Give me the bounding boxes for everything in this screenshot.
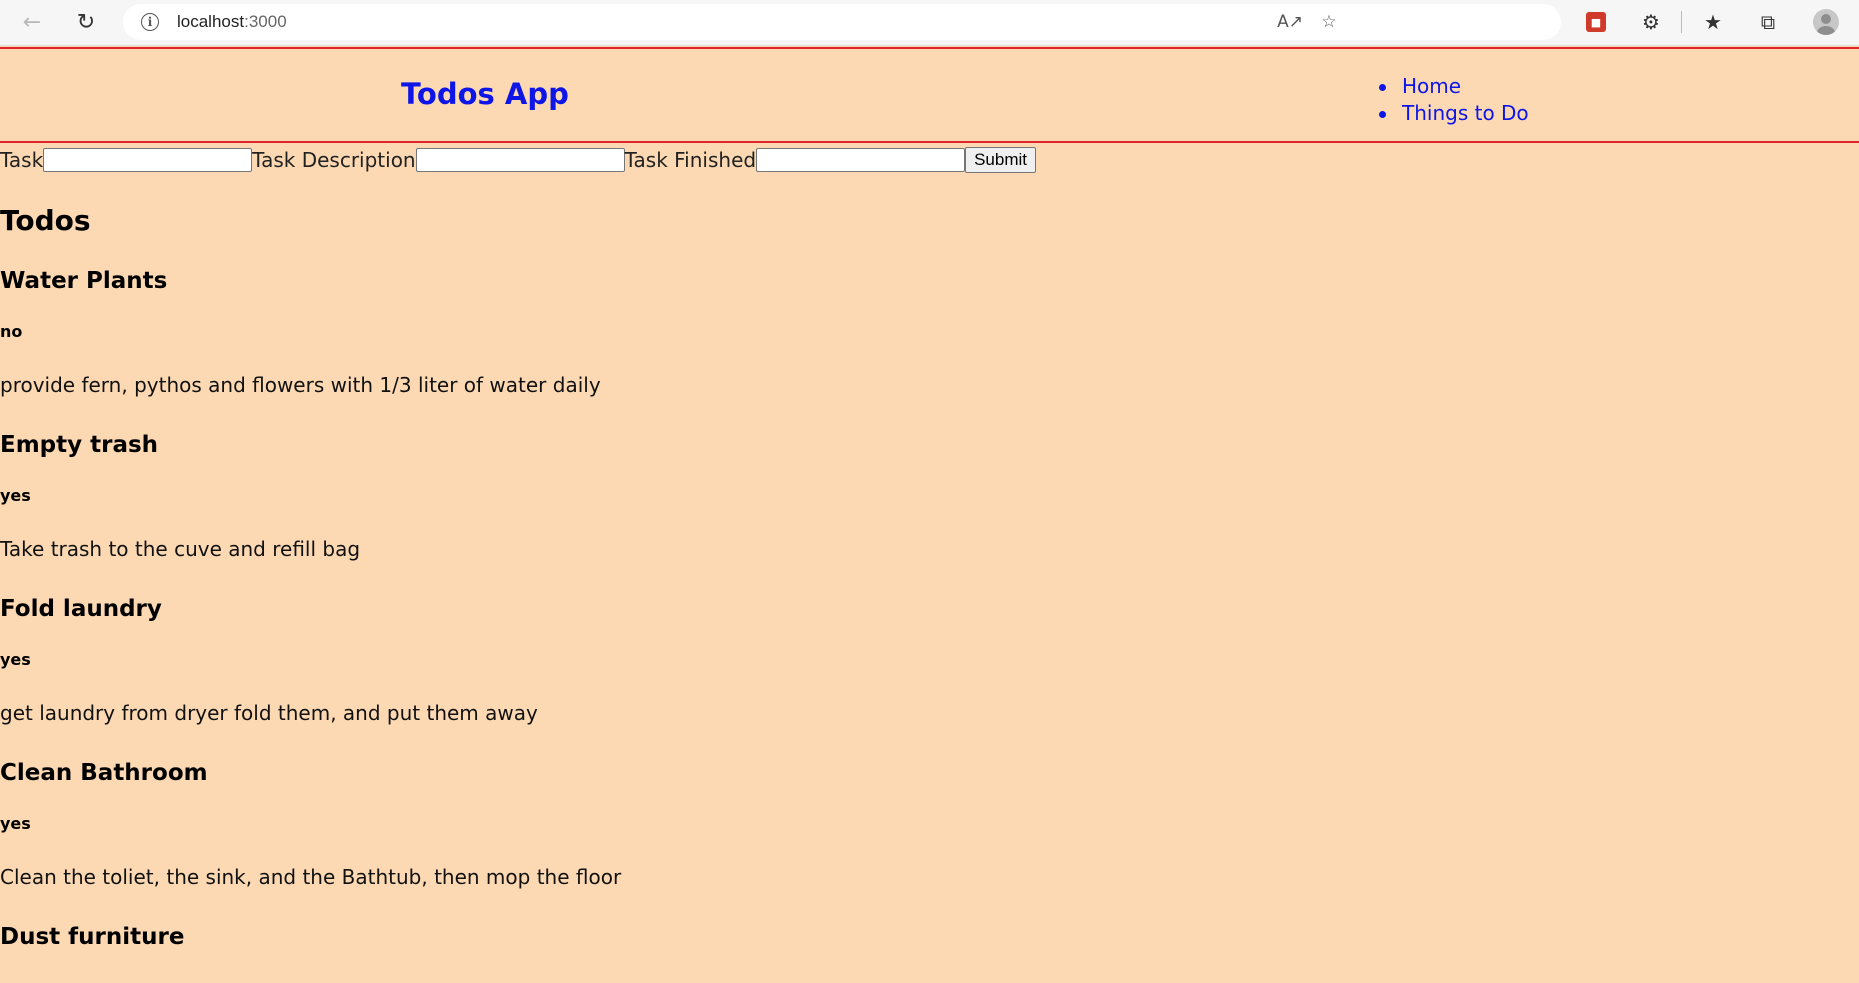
- nav-link-home[interactable]: Home: [1374, 73, 1529, 100]
- task-finished-label: Task Finished: [624, 148, 757, 172]
- nav-link-things-to-do[interactable]: Things to Do: [1374, 100, 1529, 127]
- app-title: Todos App: [401, 77, 569, 111]
- todo-description: Clean the toliet, the sink, and the Bath…: [0, 865, 622, 889]
- todo-finished-status: yes: [0, 486, 31, 505]
- reload-icon[interactable]: ↻: [68, 5, 104, 41]
- todo-title: Clean Bathroom: [0, 760, 208, 786]
- todo-description: get laundry from dryer fold them, and pu…: [0, 701, 538, 725]
- favorites-icon[interactable]: ★: [1697, 6, 1729, 38]
- app-nav: Home Things to Do: [1374, 73, 1529, 127]
- task-description-label: Task Description: [252, 148, 416, 172]
- page-content: Todos App Home Things to Do Task Task De…: [0, 46, 1859, 983]
- task-input[interactable]: [43, 148, 253, 172]
- todos-heading: Todos: [0, 204, 91, 237]
- todo-form: Task Task Description Task Finished Subm…: [0, 146, 1036, 174]
- star-add-icon[interactable]: ☆: [1318, 12, 1340, 32]
- app-header: Todos App Home Things to Do: [0, 47, 1859, 143]
- url-host: localhost: [177, 12, 245, 31]
- todo-title: Fold laundry: [0, 596, 162, 622]
- todo-description: Take trash to the cuve and refill bag: [0, 537, 361, 561]
- info-icon[interactable]: i: [141, 13, 159, 31]
- collections-icon[interactable]: ⧉: [1752, 6, 1784, 38]
- task-description-input[interactable]: [415, 148, 625, 172]
- task-label: Task: [0, 148, 44, 172]
- url-port: :3000: [244, 12, 287, 31]
- toolbar-divider: [1681, 11, 1682, 33]
- puzzle-icon[interactable]: ⚙: [1635, 6, 1667, 38]
- todo-finished-status: yes: [0, 814, 31, 833]
- extension-icon[interactable]: ■: [1580, 6, 1612, 38]
- submit-button[interactable]: Submit: [965, 147, 1036, 173]
- browser-toolbar: ← ↻ i localhost:3000 A↗ ☆ ■ ⚙ ★ ⧉: [0, 0, 1859, 46]
- todo-title: Dust furniture: [0, 924, 185, 950]
- todo-title: Empty trash: [0, 432, 159, 458]
- address-bar[interactable]: i localhost:3000 A↗ ☆: [123, 4, 1561, 40]
- task-finished-input[interactable]: [756, 148, 966, 172]
- todo-description: provide fern, pythos and flowers with 1/…: [0, 373, 601, 397]
- arrow-left-icon[interactable]: ←: [14, 5, 50, 41]
- todo-finished-status: no: [0, 322, 23, 341]
- todo-title: Water Plants: [0, 268, 168, 294]
- read-aloud-icon[interactable]: A↗: [1277, 12, 1303, 32]
- url-text[interactable]: localhost:3000: [177, 12, 287, 32]
- todo-finished-status: yes: [0, 650, 31, 669]
- profile-avatar-icon[interactable]: [1810, 6, 1842, 38]
